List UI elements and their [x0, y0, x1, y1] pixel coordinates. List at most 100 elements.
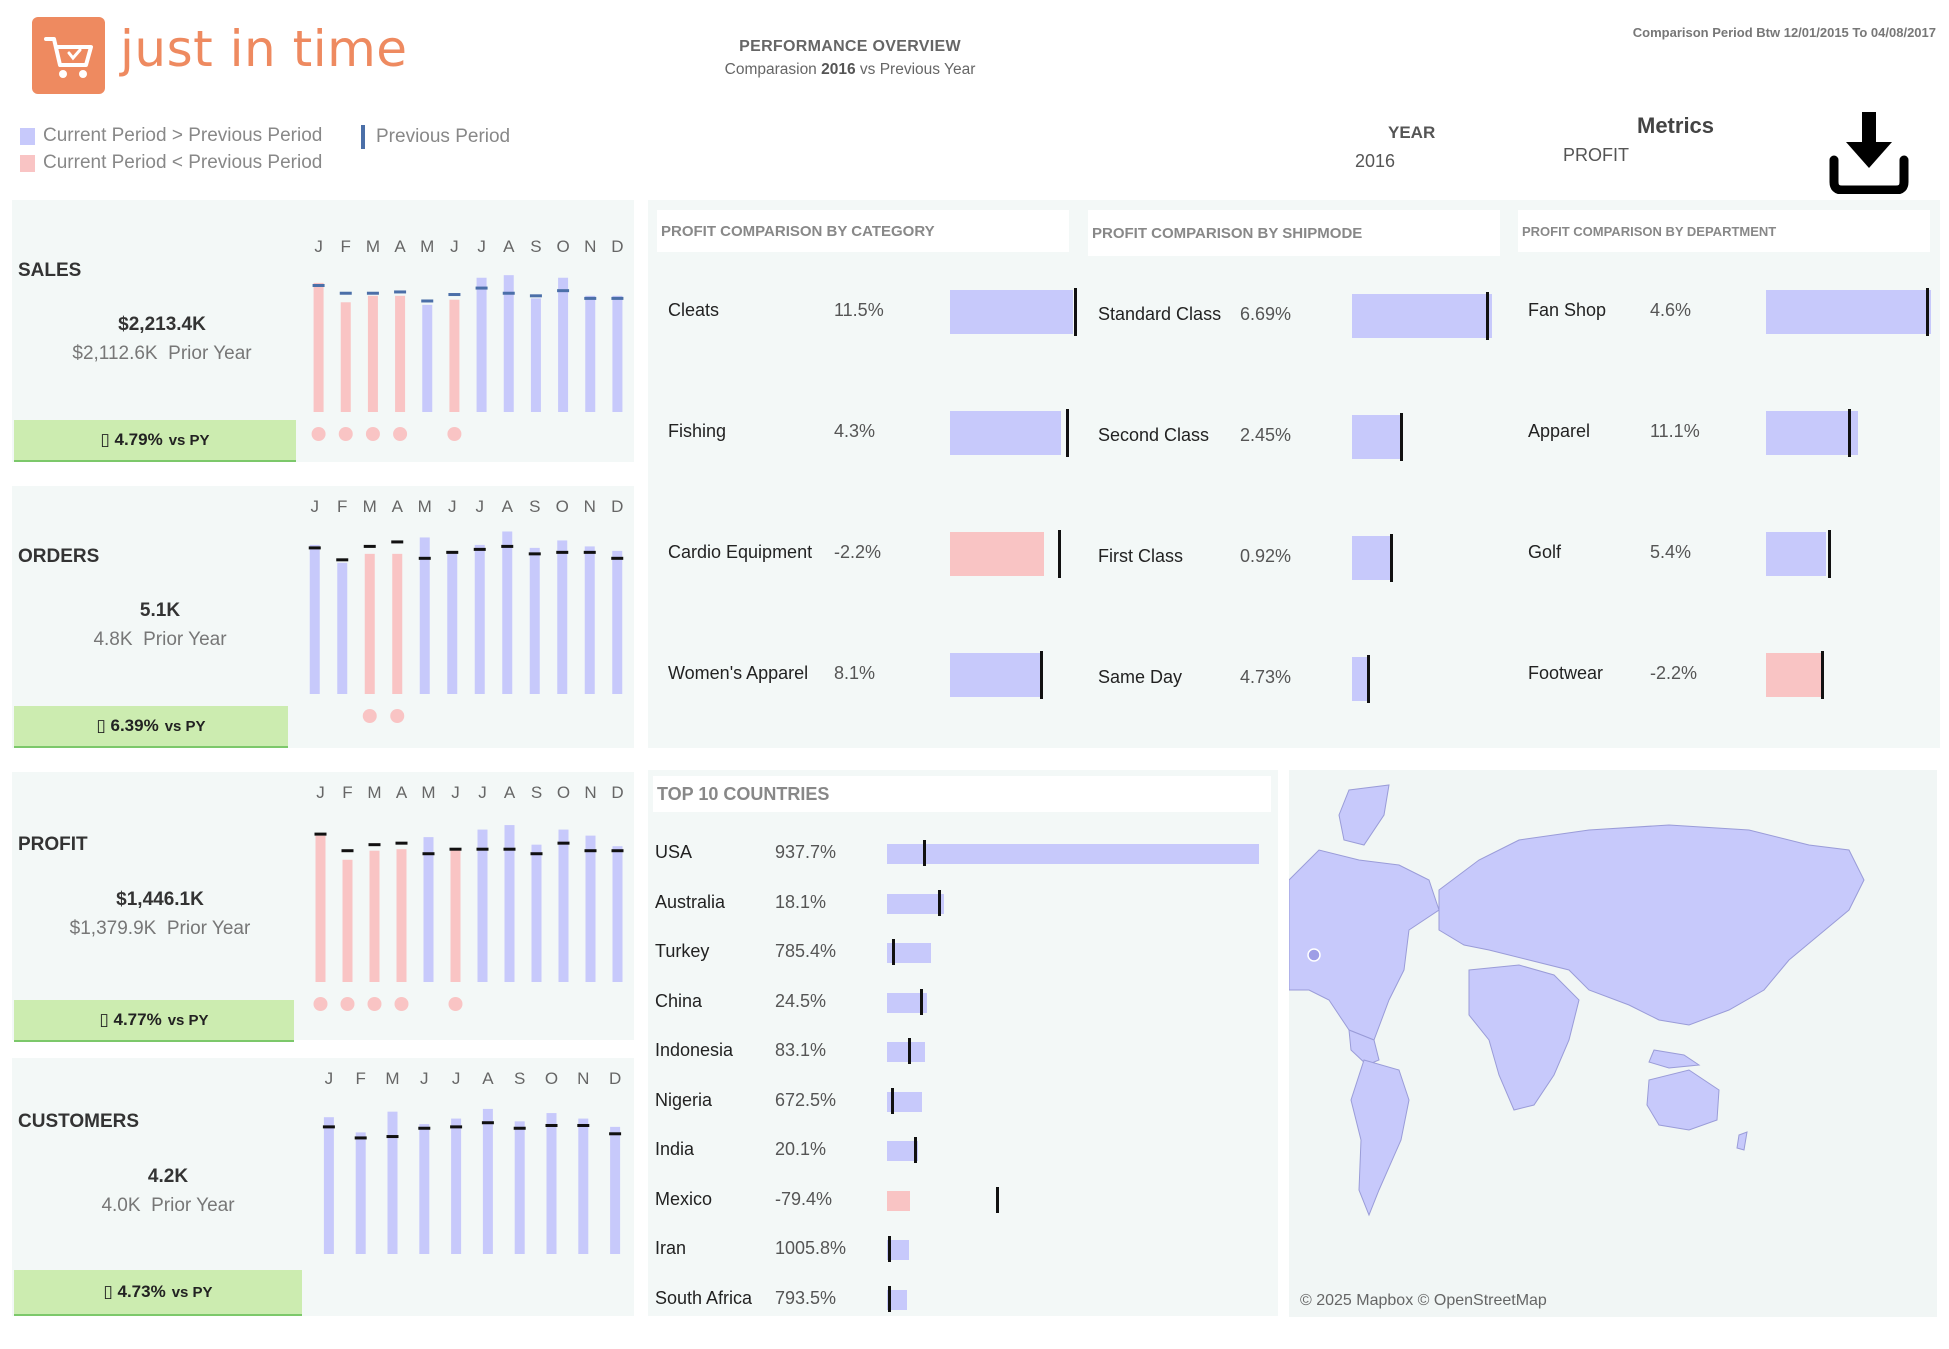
decline-dot — [311, 427, 326, 441]
map-new-zealand — [1736, 1131, 1748, 1151]
previous-period-marker — [366, 291, 379, 295]
decline-dot — [390, 709, 405, 723]
world-map[interactable] — [1288, 770, 1937, 1317]
top-countries-title: TOP 10 COUNTRIES — [653, 776, 1271, 812]
kpi-title: ORDERS — [18, 546, 100, 567]
month-tick-label: J — [478, 783, 487, 802]
month-tick-label: F — [337, 497, 347, 516]
comparison-row-pct: 0.92% — [1240, 546, 1292, 566]
month-tick-label: S — [531, 783, 542, 802]
month-bar — [584, 546, 595, 694]
previous-period-marker — [322, 1125, 335, 1129]
previous-period-marker — [450, 1125, 463, 1129]
comparison-row-pct: 11.5% — [834, 300, 884, 320]
country-name: Turkey — [655, 941, 710, 961]
kpi-change-badge: ▯ 4.77% vs PY — [14, 1000, 294, 1042]
country-bar — [887, 1190, 910, 1211]
month-tick-label: S — [530, 237, 541, 256]
previous-period-marker — [557, 289, 570, 293]
download-icon[interactable] — [1826, 108, 1912, 195]
year-filter-label: YEAR — [1388, 123, 1436, 142]
kpi-prior: 4.0K Prior Year — [101, 1195, 235, 1216]
map-attribution: © 2025 Mapbox © OpenStreetMap — [1300, 1292, 1547, 1309]
month-tick-label: O — [545, 1069, 558, 1088]
decline-dot — [313, 997, 328, 1011]
country-pct: 24.5% — [775, 990, 827, 1011]
country-row: Indonesia 83.1% — [655, 1036, 1275, 1066]
legend-down-label: Current Period < Previous Period — [43, 152, 323, 173]
kpi-change-badge: ▯ 4.73% vs PY — [14, 1270, 302, 1316]
comparison-row-name: Footwear — [1528, 663, 1604, 683]
previous-period-marker — [611, 296, 624, 300]
month-bar — [340, 302, 351, 412]
previous-period-marker — [545, 1123, 558, 1127]
previous-period-marker — [503, 847, 516, 851]
legend-down-swatch — [20, 154, 35, 172]
comparison-row-pct: -2.2% — [834, 542, 882, 562]
previous-period-marker — [938, 889, 941, 916]
previous-period-marker — [513, 1126, 526, 1130]
comparison-row-name: Fan Shop — [1528, 300, 1607, 320]
month-tick-label: D — [611, 783, 623, 802]
country-name: Indonesia — [655, 1040, 734, 1060]
month-bar — [369, 850, 380, 982]
previous-period-marker — [920, 988, 923, 1015]
sales-monthly-chart: JFMAMJJASOND — [311, 237, 624, 441]
previous-period-marker — [556, 550, 569, 554]
previous-period-marker — [473, 547, 486, 551]
metrics-filter-label: Metrics — [1637, 113, 1715, 138]
previous-period-marker — [1828, 530, 1832, 578]
month-tick-label: J — [451, 783, 460, 802]
month-bar — [395, 295, 406, 412]
kpi-value: $1,446.1K — [116, 889, 204, 910]
comparison-bar — [1352, 657, 1368, 701]
comparison-row: Golf 5.4% — [1528, 530, 1948, 578]
previous-period-marker — [584, 849, 597, 853]
decline-dot — [365, 427, 380, 441]
previous-period-marker — [363, 544, 376, 548]
country-bar — [887, 893, 944, 914]
comparison-row: Second Class 2.45% — [1098, 413, 1518, 461]
previous-period-marker — [391, 540, 404, 544]
year-filter-value[interactable]: 2016 — [1355, 151, 1395, 172]
comparison-row-pct: 2.45% — [1240, 425, 1292, 445]
kpi-change-badge: ▯ 4.79% vs PY — [14, 420, 296, 462]
comparison-row-name: Fishing — [668, 421, 727, 441]
previous-period-marker — [418, 556, 431, 560]
kpi-prior: 4.8K Prior Year — [93, 629, 227, 650]
month-bar — [422, 304, 433, 412]
month-bar — [364, 553, 375, 694]
month-tick-label: F — [356, 1069, 366, 1088]
month-bar — [531, 844, 542, 982]
month-bar — [557, 540, 568, 694]
metrics-filter-value[interactable]: PROFIT — [1563, 145, 1629, 166]
previous-period-marker — [611, 556, 624, 560]
country-bar — [887, 844, 1259, 864]
logo-text: just in time — [120, 20, 408, 78]
month-bar — [612, 550, 623, 694]
comparison-bar — [950, 411, 1062, 455]
previous-period-marker — [1485, 292, 1489, 340]
previous-period-marker — [446, 550, 459, 554]
previous-period-marker — [923, 840, 926, 866]
country-pct: 1005.8% — [775, 1238, 847, 1258]
month-bar — [514, 1121, 525, 1254]
comparison-row-name: Cleats — [668, 300, 720, 320]
month-bar — [503, 275, 514, 412]
month-bar — [546, 1113, 557, 1254]
previous-period-marker — [1390, 534, 1394, 582]
previous-period-marker — [368, 843, 381, 847]
month-tick-label: A — [396, 783, 408, 802]
comparison-row: Fan Shop 4.6% — [1528, 288, 1948, 336]
country-name: South Africa — [655, 1287, 753, 1308]
previous-period-marker — [449, 847, 462, 851]
map-south-america — [1350, 1059, 1410, 1217]
month-bar — [396, 849, 407, 982]
country-row: Mexico -79.4% — [655, 1185, 1275, 1215]
legend-previous: Previous Period — [361, 125, 510, 149]
kpi-panel-orders: ORDERS 5.1K 4.8K Prior Year ▯ 6.39% vs PY… — [12, 486, 634, 748]
month-bar — [449, 299, 460, 412]
comparison-row-pct: 8.1% — [834, 663, 876, 683]
month-tick-label: J — [448, 497, 457, 516]
previous-period-marker — [914, 1137, 917, 1163]
